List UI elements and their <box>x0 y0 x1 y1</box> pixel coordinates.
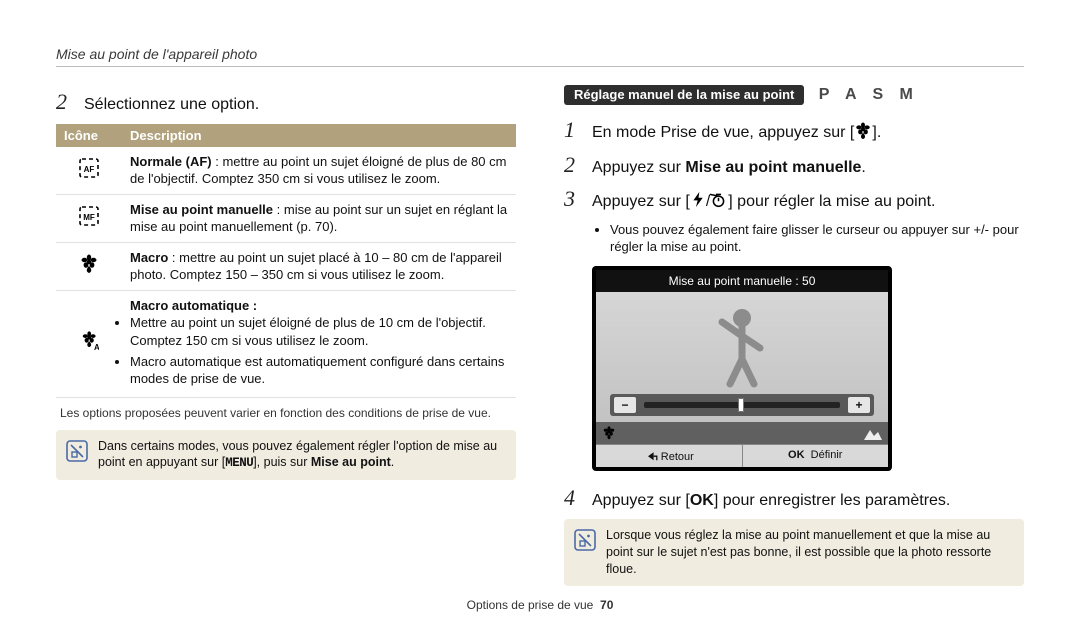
lcd-ok-button[interactable]: OK Définir <box>742 444 889 467</box>
section-pill: Réglage manuel de la mise au point <box>564 85 804 105</box>
page-footer: Options de prise de vue 70 <box>0 598 1080 612</box>
step-2b-text: Appuyez sur Mise au point manuelle. <box>592 157 866 179</box>
table-row: Mise au point manuelle : mise au point s… <box>56 194 516 242</box>
row-af-desc: Normale (AF) : mettre au point un sujet … <box>122 147 516 195</box>
info-box-left: Dans certains modes, vous pouvez égaleme… <box>56 430 516 481</box>
table-row: Macro automatique : Mettre au point un s… <box>56 290 516 397</box>
focus-options-table: Icône Description Normale (AF) : mettre … <box>56 124 516 398</box>
row-automacro-desc: Macro automatique : Mettre au point un s… <box>122 290 516 397</box>
row-mf-desc: Mise au point manuelle : mise au point s… <box>122 194 516 242</box>
flower-icon <box>854 122 872 140</box>
step-4-number: 4 <box>564 485 582 511</box>
lcd-indicator-row <box>596 422 888 444</box>
step-1-text: En mode Prise de vue, appuyez sur []. <box>592 122 881 144</box>
slider-track[interactable] <box>644 402 840 408</box>
step-2-number: 2 <box>56 89 74 115</box>
col-icon-header: Icône <box>56 124 122 147</box>
col-desc-header: Description <box>122 124 516 147</box>
flower-small-icon <box>602 426 618 440</box>
info-box-right: Lorsque vous réglez la mise au point man… <box>564 519 1024 586</box>
lcd-preview: Mise au point manuelle : 50 − + Retour O… <box>592 266 892 471</box>
mode-letters: P A S M <box>819 86 919 104</box>
focus-slider[interactable]: − + <box>610 394 874 416</box>
macro-icon <box>79 254 99 274</box>
step-3-number: 3 <box>564 186 582 212</box>
slider-minus-button[interactable]: − <box>614 397 636 413</box>
back-arrow-icon <box>644 449 658 463</box>
step-3-subnote: Vous pouvez également faire glisser le c… <box>592 221 1024 256</box>
step-4-text: Appuyez sur [OK] pour enregistrer les pa… <box>592 490 950 512</box>
flash-icon <box>690 191 706 209</box>
step-3-text: Appuyez sur [/] pour régler la mise au p… <box>592 191 936 213</box>
slider-plus-button[interactable]: + <box>848 397 870 413</box>
running-header: Mise au point de l'appareil photo <box>56 46 1024 62</box>
right-column: Réglage manuel de la mise au point P A S… <box>564 85 1024 586</box>
step-2b-number: 2 <box>564 152 582 178</box>
info-text-right: Lorsque vous réglez la mise au point man… <box>606 527 1014 578</box>
header-rule <box>56 66 1024 67</box>
lcd-back-button[interactable]: Retour <box>596 444 742 467</box>
person-silhouette-icon <box>712 304 772 388</box>
step-2-text: Sélectionnez une option. <box>84 94 259 116</box>
options-vary-note: Les options proposées peuvent varier en … <box>60 406 512 420</box>
step-1-number: 1 <box>564 117 582 143</box>
af-icon <box>79 158 99 178</box>
left-column: 2 Sélectionnez une option. Icône Descrip… <box>56 85 516 586</box>
lcd-title: Mise au point manuelle : 50 <box>596 270 888 292</box>
mountain-icon <box>862 426 882 440</box>
row-macro-desc: Macro : mettre au point un sujet placé à… <box>122 242 516 290</box>
auto-macro-icon <box>79 331 99 351</box>
info-icon <box>574 527 596 578</box>
timer-icon <box>710 191 728 209</box>
table-row: Macro : mettre au point un sujet placé à… <box>56 242 516 290</box>
table-row: Normale (AF) : mettre au point un sujet … <box>56 147 516 195</box>
mf-icon <box>79 206 99 226</box>
slider-knob[interactable] <box>738 398 744 412</box>
info-icon <box>66 438 88 473</box>
info-text-left: Dans certains modes, vous pouvez égaleme… <box>98 438 506 473</box>
